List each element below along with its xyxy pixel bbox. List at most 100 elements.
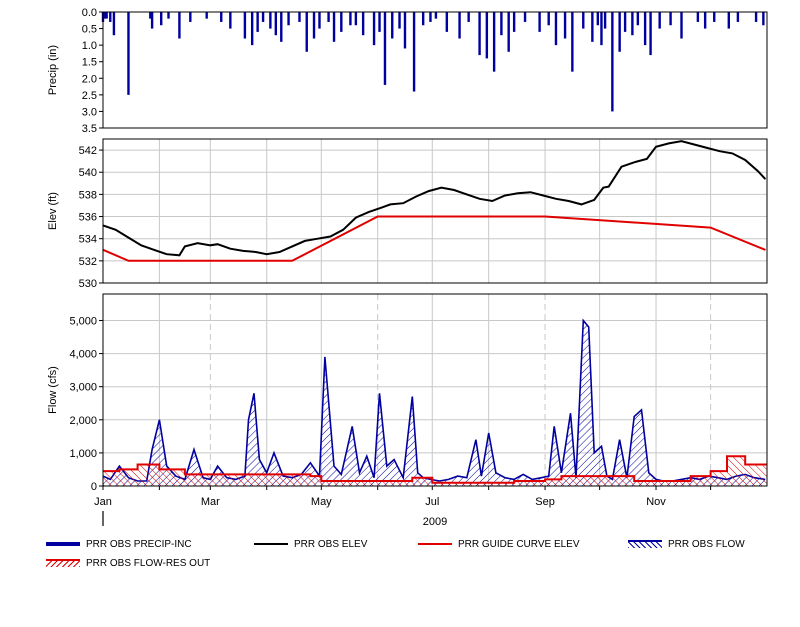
- line-point: [196, 242, 199, 244]
- precip-bar: [596, 12, 600, 26]
- precip-bar: [398, 12, 401, 29]
- legend-item-guide-curve: PRR GUIDE CURVE ELEV: [418, 536, 580, 552]
- line-point: [680, 140, 683, 142]
- precip-bar: [680, 12, 683, 39]
- line-point: [304, 240, 306, 242]
- line-point: [744, 159, 746, 161]
- precip-bar: [754, 12, 758, 22]
- line-point: [555, 198, 557, 200]
- precip-bar: [372, 12, 376, 46]
- y-tick-label: 2.5: [82, 90, 97, 102]
- y-tick-label: 0.5: [82, 24, 97, 36]
- precip-bar: [160, 12, 163, 26]
- line-point: [209, 244, 211, 246]
- y-axis-label: Flow (cfs): [47, 366, 59, 414]
- precip-bar: [618, 12, 621, 52]
- y-tick-label: 536: [79, 212, 97, 224]
- precip-bar: [485, 12, 489, 59]
- y-tick-label: 3.5: [82, 123, 97, 135]
- line-point: [731, 152, 734, 154]
- precip-bar: [109, 12, 112, 22]
- y-tick-label: 542: [79, 145, 97, 157]
- legend-item-precip: PRR OBS PRECIP-INC: [46, 536, 192, 552]
- line-point: [342, 229, 344, 231]
- line-point: [655, 146, 657, 148]
- line-point: [242, 250, 244, 252]
- line-point: [608, 186, 610, 188]
- line-point: [368, 211, 370, 213]
- precip-bar: [582, 12, 585, 29]
- legend-label-elev: PRR OBS ELEV: [294, 538, 368, 550]
- line-point: [415, 196, 417, 198]
- line-point: [580, 203, 583, 205]
- precip-bar: [467, 12, 470, 22]
- y-tick-label: 1.0: [82, 40, 97, 52]
- precip-bar: [298, 12, 301, 22]
- precip-bar: [220, 12, 223, 22]
- line-point: [529, 191, 532, 193]
- precip-bar: [229, 12, 232, 29]
- precip-bar: [703, 12, 707, 29]
- line-point: [544, 215, 546, 218]
- line-point: [757, 170, 759, 172]
- precip-bar: [591, 12, 594, 42]
- precip-bar: [736, 12, 740, 22]
- line-point: [428, 190, 430, 192]
- precip-bar: [332, 12, 336, 42]
- precip-bar: [340, 12, 343, 32]
- precip-bar: [312, 12, 316, 39]
- precip-bar: [280, 12, 283, 42]
- legend-swatch-guide-curve: [418, 543, 452, 545]
- line-point: [127, 236, 130, 239]
- line-point: [478, 198, 481, 200]
- line-point: [593, 199, 595, 201]
- line-point: [504, 194, 506, 197]
- precip-bar: [636, 12, 640, 26]
- precip-bar: [274, 12, 278, 36]
- y-tick-label: 540: [79, 167, 97, 179]
- x-tick-label: Nov: [646, 496, 666, 508]
- line-point: [380, 207, 382, 209]
- y-axis-label: Elev (ft): [47, 192, 59, 230]
- precip-bar: [500, 12, 503, 36]
- precip-bar: [378, 12, 381, 32]
- y-tick-label: 5,000: [69, 315, 97, 327]
- y-tick-label: 532: [79, 256, 97, 268]
- line-point: [402, 202, 404, 204]
- precip-bar: [403, 12, 407, 49]
- line-point: [217, 243, 219, 245]
- precip-bar: [762, 12, 765, 26]
- precip-bar: [507, 12, 510, 52]
- line-point: [542, 194, 544, 197]
- precip-bar: [727, 12, 730, 29]
- legend-label-res-out: PRR OBS FLOW-RES OUT: [86, 557, 211, 569]
- x-tick-label: Jan: [94, 496, 112, 508]
- line-point: [440, 187, 442, 189]
- legend-swatch-res-out: [46, 559, 80, 567]
- line-point: [184, 245, 186, 248]
- x-tick-label: Mar: [201, 496, 220, 508]
- precip-bar: [287, 12, 290, 26]
- legend: PRR OBS PRECIP-INC PRR OBS ELEV PRR GUID…: [0, 536, 800, 576]
- precip-bar: [412, 12, 416, 92]
- precip-bar: [713, 12, 716, 22]
- precip-bar: [349, 12, 352, 26]
- panel-frame: [102, 293, 768, 487]
- precip-bar: [492, 12, 496, 72]
- precip-bar: [631, 12, 634, 36]
- precip-bar: [603, 12, 607, 29]
- precip-bar: [478, 12, 481, 56]
- legend-label-guide-curve: PRR GUIDE CURVE ELEV: [458, 538, 580, 550]
- line-point: [568, 200, 570, 202]
- flow-area-fill: [103, 320, 766, 486]
- precip-bar: [458, 12, 461, 39]
- line-point: [229, 248, 231, 250]
- line-point: [517, 192, 519, 194]
- precip-bar: [600, 12, 603, 46]
- precip-bar: [547, 12, 550, 26]
- legend-item-flow: PRR OBS FLOW: [628, 536, 745, 552]
- legend-swatch-flow: [628, 540, 662, 548]
- legend-swatch-precip: [46, 542, 80, 546]
- precip-bar: [421, 12, 425, 26]
- line-point: [620, 166, 623, 168]
